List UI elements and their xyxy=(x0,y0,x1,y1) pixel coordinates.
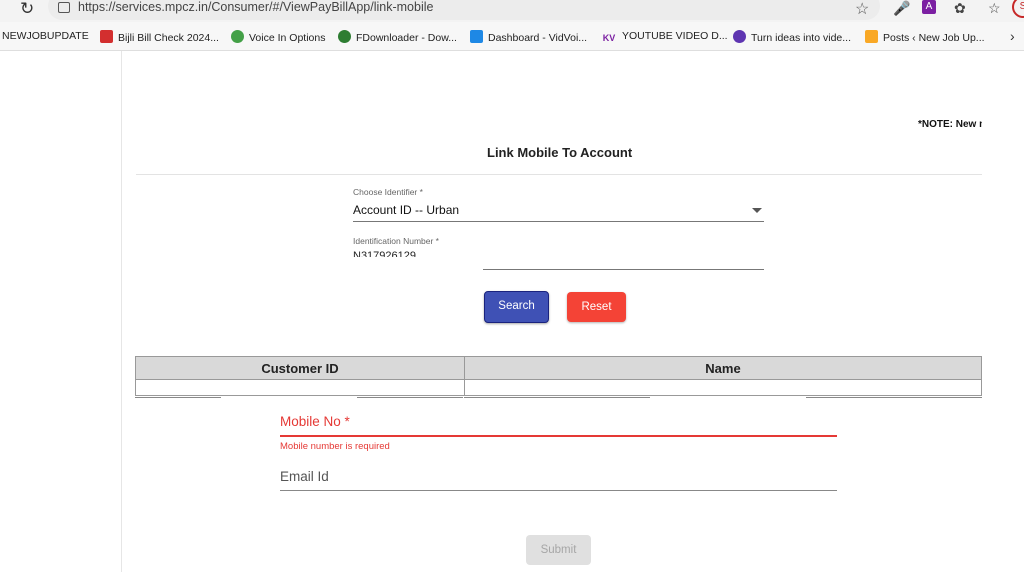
url-text[interactable]: https://services.mpcz.in/Consumer/#/View… xyxy=(78,0,433,14)
note-text: *NOTE: New m xyxy=(918,119,982,130)
site-info-icon[interactable] xyxy=(58,2,70,13)
id-number-label: Identification Number * xyxy=(353,236,439,246)
favorites-icon[interactable]: ☆ xyxy=(988,0,1001,17)
bookmark-newjobupdate[interactable]: NEWJOBUPDATE xyxy=(2,30,89,42)
mobile-field[interactable]: Mobile No * xyxy=(280,414,350,429)
mobile-underline xyxy=(280,435,837,437)
table-underline xyxy=(464,397,650,398)
bookmark-fdownloader[interactable]: FDownloader - Dow... xyxy=(338,30,457,44)
bookmark-label: YOUTUBE VIDEO D... xyxy=(622,30,728,42)
customer-id-header: Customer ID xyxy=(135,356,465,380)
id-number-input[interactable]: N317926129 xyxy=(353,249,416,257)
bookmarks-bar: NEWJOBUPDATE Bijli Bill Check 2024... Vo… xyxy=(0,22,1024,51)
page-title: Link Mobile To Account xyxy=(487,145,633,160)
posts-favicon-icon xyxy=(865,30,878,43)
bookmark-label: Bijli Bill Check 2024... xyxy=(118,32,219,44)
fdownloader-favicon-icon xyxy=(338,30,351,43)
table-row xyxy=(135,379,982,396)
identifier-label: Choose Identifier * xyxy=(353,187,423,197)
kv-favicon-icon: KV xyxy=(602,33,616,43)
email-underline xyxy=(280,490,837,491)
extensions-puzzle-icon[interactable]: ✿ xyxy=(954,0,966,17)
table-underline xyxy=(357,397,463,398)
table-cell xyxy=(135,379,465,396)
bookmark-vidvoice[interactable]: Dashboard - VidVoi... xyxy=(470,30,587,44)
bookmark-label: FDownloader - Dow... xyxy=(356,32,457,44)
divider xyxy=(136,174,982,175)
refresh-icon[interactable]: ↻ xyxy=(20,0,34,19)
bookmark-label: NEWJOBUPDATE xyxy=(2,30,89,42)
turn-ideas-favicon-icon xyxy=(733,30,746,43)
reset-button[interactable]: Reset xyxy=(567,292,626,322)
table-cell xyxy=(464,379,982,396)
bijli-favicon-icon xyxy=(100,30,113,43)
table-underline xyxy=(806,397,982,398)
bookmark-label: Turn ideas into vide... xyxy=(751,32,851,44)
identifier-select[interactable]: Account ID -- Urban xyxy=(353,203,459,217)
table-header-row: Customer ID Name xyxy=(135,356,982,380)
bookmark-voice-in[interactable]: Voice In Options xyxy=(231,30,325,44)
table-underline xyxy=(135,397,221,398)
browser-toolbar: ↻ https://services.mpcz.in/Consumer/#/Vi… xyxy=(0,0,1024,22)
microphone-icon[interactable]: 🎤 xyxy=(893,0,910,17)
search-button[interactable]: Search xyxy=(484,291,549,323)
bookmark-youtube-video[interactable]: KV YOUTUBE VIDEO D... xyxy=(601,30,728,45)
profile-avatar[interactable]: S xyxy=(1012,0,1024,18)
email-field[interactable]: Email Id xyxy=(280,469,329,484)
id-number-underline xyxy=(483,269,764,270)
bookmark-posts[interactable]: Posts ‹ New Job Up... xyxy=(865,30,985,44)
vidvoice-favicon-icon xyxy=(470,30,483,43)
extension-a-icon[interactable]: A xyxy=(922,0,936,14)
dropdown-arrow-icon[interactable] xyxy=(752,208,762,213)
bookmark-star-icon[interactable]: ☆ xyxy=(855,0,869,19)
name-header: Name xyxy=(464,356,982,380)
submit-button[interactable]: Submit xyxy=(526,535,591,565)
mobile-error-text: Mobile number is required xyxy=(280,441,390,452)
voice-in-favicon-icon xyxy=(231,30,244,43)
results-table: Customer ID Name xyxy=(135,356,982,396)
bookmark-label: Voice In Options xyxy=(249,32,326,44)
chevron-right-icon[interactable]: › xyxy=(1010,28,1015,44)
bookmark-turn-ideas[interactable]: Turn ideas into vide... xyxy=(733,30,851,44)
bookmark-label: Dashboard - VidVoi... xyxy=(488,32,588,44)
bookmark-label: Posts ‹ New Job Up... xyxy=(883,32,985,44)
identifier-underline xyxy=(353,221,764,222)
bookmark-bijli-bill[interactable]: Bijli Bill Check 2024... xyxy=(100,30,219,44)
